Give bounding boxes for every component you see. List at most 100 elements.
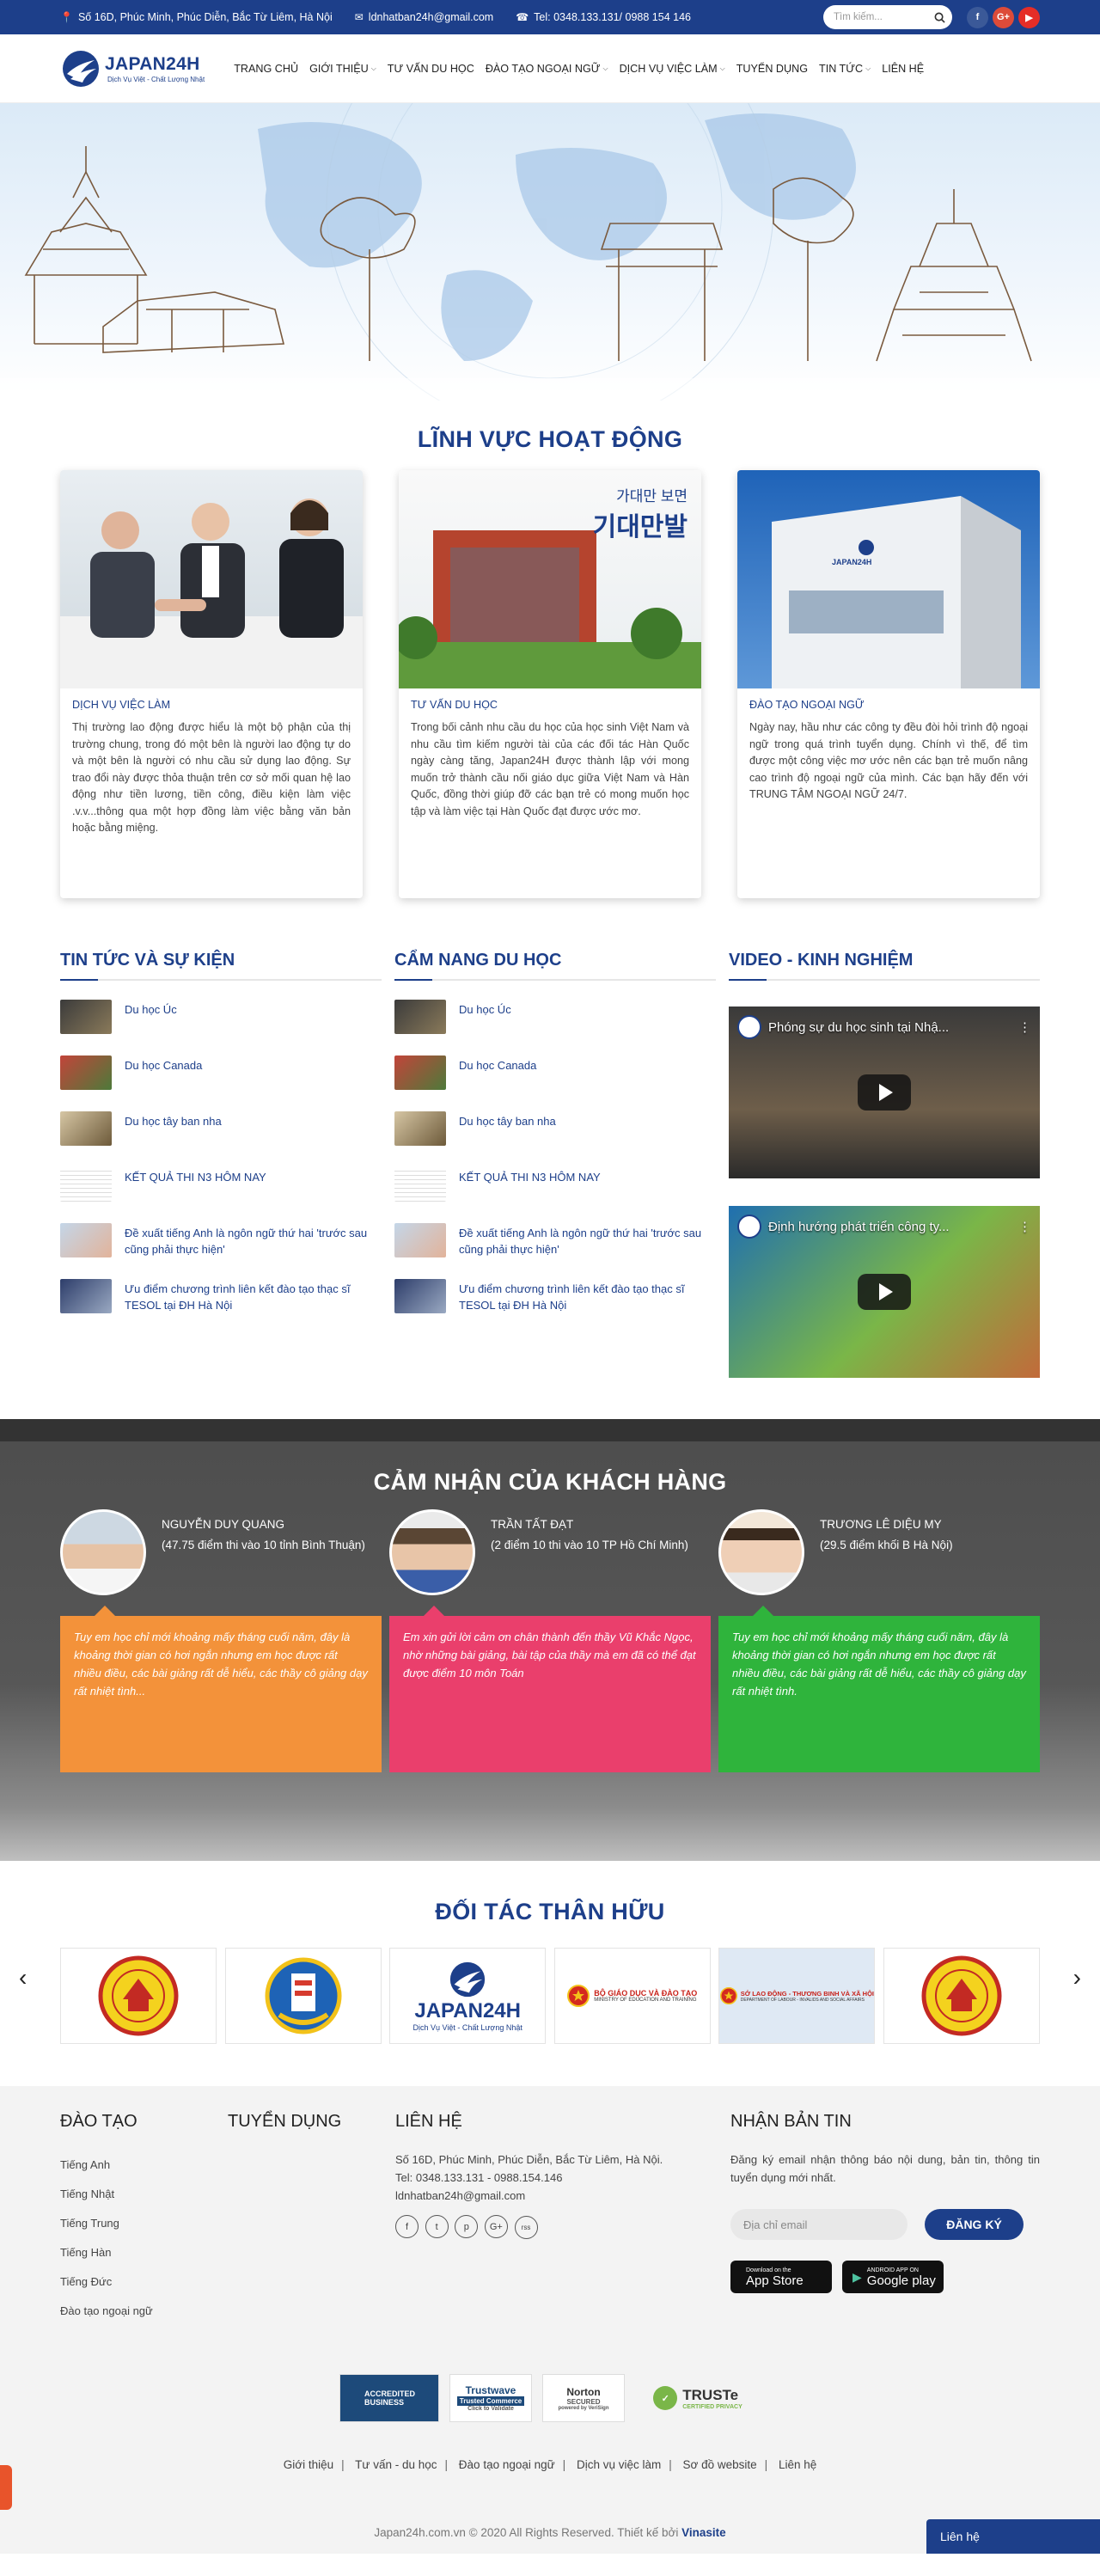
video-player[interactable]: Định hướng phát triển công ty... ⋮ [729,1206,1040,1378]
footer-menu-link[interactable]: Sơ đồ website [683,2458,757,2471]
nav-home[interactable]: TRANG CHỦ [234,63,298,75]
footer-menu-link[interactable]: Đào tạo ngoại ngữ [459,2458,555,2471]
handbook-item[interactable]: Ưu điểm chương trình liên kết đào tạo th… [394,1279,716,1335]
trustwave-line1: Trustwave [465,2384,516,2396]
handbook-item[interactable]: Du học Úc [394,1000,716,1055]
footer-link[interactable]: Tiếng Trung [60,2209,228,2238]
chevron-left-icon[interactable]: ‹ [19,1964,27,1992]
service-card-language[interactable]: JAPAN24H ĐÀO TẠO NGOẠI NGỮ Ngày nay, hầu… [737,470,1040,898]
news-thumbnail [60,1000,112,1034]
nav-contact[interactable]: LIÊN HỆ [882,63,924,75]
handbook-item[interactable]: Du học tây ban nha [394,1111,716,1167]
partner-logo[interactable]: JAPAN24H Dịch Vụ Việt - Chất Lượng Nhật [389,1948,547,2044]
handbook-item[interactable]: Đề xuất tiếng Anh là ngôn ngữ thứ hai 't… [394,1223,716,1279]
news-item[interactable]: Du học Canada [60,1055,382,1111]
more-vert-icon[interactable]: ⋮ [1018,1019,1031,1035]
service-card-employment[interactable]: DỊCH VỤ VIỆC LÀM Thị trường lao động đượ… [60,470,363,898]
play-icon[interactable] [858,1074,911,1111]
play-icon[interactable] [858,1274,911,1310]
nav-study-abroad[interactable]: TƯ VẤN DU HỌC [388,63,474,75]
twitter-icon[interactable]: t [425,2215,449,2238]
nav-about[interactable]: GIỚI THIỆU ⌵ [309,63,376,75]
handbook-column: CẨM NANG DU HỌC Du học Úc Du học Canada … [394,951,716,1378]
footer-link[interactable]: Tiếng Anh [60,2151,228,2180]
search-icon[interactable] [934,12,945,23]
video-player[interactable]: Phóng sự du học sinh tại Nhậ... ⋮ [729,1007,1040,1178]
footer-contact: LIÊN HỆ Số 16D, Phúc Minh, Phúc Diễn, Bắ… [395,2112,730,2326]
truste-check-icon: ✓ [653,2386,678,2410]
bbb-badge[interactable]: ACCREDITED BUSINESS [339,2374,439,2422]
norton-line1: Norton [566,2385,601,2398]
nav-employment-label: DỊCH VỤ VIỆC LÀM [619,63,718,75]
designer-link[interactable]: Vinasite [681,2526,726,2539]
partner-logo[interactable] [224,1948,382,2044]
google-plus-icon[interactable]: G+ [484,2215,508,2238]
chevron-right-icon[interactable]: › [1073,1964,1081,1992]
youtube-icon[interactable]: ▶ [1018,6,1040,28]
service-image-employment [60,470,363,688]
partner-moet-sub: MINISTRY OF EDUCATION AND TRAINING [594,1998,697,2003]
footer-menu-link[interactable]: Giới thiệu [284,2458,333,2471]
footer-menu-link[interactable]: Dịch vụ việc làm [577,2458,661,2471]
footer-link[interactable]: Đào tạo ngoại ngữ [60,2297,228,2326]
google-plus-icon[interactable]: G+ [993,6,1014,28]
footer-link[interactable]: Tiếng Nhật [60,2180,228,2209]
nav-language-training[interactable]: ĐÀO TẠO NGOẠI NGỮ ⌵ [486,63,608,75]
facebook-icon[interactable]: f [395,2215,419,2238]
korean-slogan-line2: 기대만발 [592,513,688,542]
footer-email[interactable]: ldnhatban24h@gmail.com [395,2187,730,2205]
partner-logo[interactable] [883,1948,1040,2044]
nav-employment[interactable]: DỊCH VỤ VIỆC LÀM ⌵ [620,63,725,75]
handbook-item[interactable]: Du học Canada [394,1055,716,1111]
footer-link[interactable]: Tiếng Đức [60,2267,228,2297]
news-item[interactable]: Du học tây ban nha [60,1111,382,1167]
partner-logo[interactable] [60,1948,217,2044]
truste-badge[interactable]: ✓ TRUSTe CERTIFIED PRIVACY [635,2374,761,2422]
news-item[interactable]: Ưu điểm chương trình liên kết đào tạo th… [60,1279,382,1335]
partner-logo[interactable]: SỞ LAO ĐỘNG - THƯƠNG BINH VÀ XÃ HỘI DEPAR… [718,1948,876,2044]
phone-link[interactable]: ☎ Tel: 0348.133.131/ 0988 154 146 [516,11,691,23]
hanoi-seal-icon [921,1955,1002,2036]
news-thumbnail [394,1279,446,1313]
building-sign: JAPAN24H [832,558,872,566]
search-input[interactable]: Tìm kiếm... [823,5,952,29]
rss-icon[interactable]: rss [514,2215,538,2239]
avatar [60,1509,146,1595]
handbook-item-title: KẾT QUẢ THI N3 HÔM NAY [459,1171,601,1184]
google-play-button[interactable]: ▶ ANDROID APP ON Google play [842,2261,944,2293]
vietnam-emblem-icon [719,1987,737,2004]
app-store-button[interactable]: Download on the App Store [730,2261,832,2293]
contact-chat-button[interactable]: Liên hệ [926,2519,1100,2554]
subscribe-button[interactable]: ĐĂNG KÝ [925,2209,1024,2240]
footer-contact-title: LIÊN HỆ [395,2112,462,2131]
footer-phone[interactable]: Tel: 0348.133.131 - 0988.154.146 [395,2169,730,2187]
logo[interactable]: JAPAN24H Dịch Vụ Việt - Chất Lượng Nhật [60,48,205,89]
news-item[interactable]: Du học Úc [60,1000,382,1055]
more-vert-icon[interactable]: ⋮ [1018,1219,1031,1234]
email-link[interactable]: ✉ ldnhatban24h@gmail.com [355,11,493,23]
bbb-line1: ACCREDITED [364,2389,416,2398]
footer-menu: Giới thiệu | Tư vấn - du học | Đào tạo ngo… [283,2458,817,2471]
logo-tagline: Dịch Vụ Việt - Chất Lượng Nhật [107,76,205,83]
facebook-icon[interactable]: f [967,6,988,28]
trustwave-badge[interactable]: Trustwave Trusted Commerce Click to Vali… [449,2374,532,2422]
bbb-line2: BUSINESS [364,2398,405,2407]
nav-recruitment[interactable]: TUYỂN DỤNG [736,63,808,75]
partner-logo[interactable]: BỘ GIÁO DỤC VÀ ĐÀO TẠO MINISTRY OF EDUCAT… [553,1948,711,2044]
side-feedback-tab[interactable] [0,2465,12,2510]
handbook-item-title: Ưu điểm chương trình liên kết đào tạo th… [459,1282,685,1312]
service-card-study-abroad[interactable]: 가대만 보면 기대만발 TƯ VẤN DU HỌC Trong bối cảnh… [399,470,701,898]
pinterest-icon[interactable]: p [455,2215,479,2238]
partner-japan24h-name: JAPAN24H [414,1999,521,2022]
news-item[interactable]: Đề xuất tiếng Anh là ngôn ngữ thứ hai 't… [60,1223,382,1279]
nav-news[interactable]: TIN TỨC ⌵ [819,63,871,75]
handbook-item[interactable]: KẾT QUẢ THI N3 HÔM NAY [394,1167,716,1223]
nav-recruitment-label: TUYỂN DỤNG [736,63,808,75]
norton-badge[interactable]: Norton SECURED powered by VeriSign [542,2374,625,2422]
footer-menu-link[interactable]: Tư vấn - du học [355,2458,437,2471]
footer-link[interactable]: Tiếng Hàn [60,2238,228,2267]
footer-menu-link[interactable]: Liên hệ [779,2458,816,2471]
address-text: Số 16D, Phúc Minh, Phúc Diễn, Bắc Từ Liê… [77,11,333,23]
news-item[interactable]: KẾT QUẢ THI N3 HÔM NAY [60,1167,382,1223]
email-field[interactable]: Địa chỉ email [730,2209,908,2240]
